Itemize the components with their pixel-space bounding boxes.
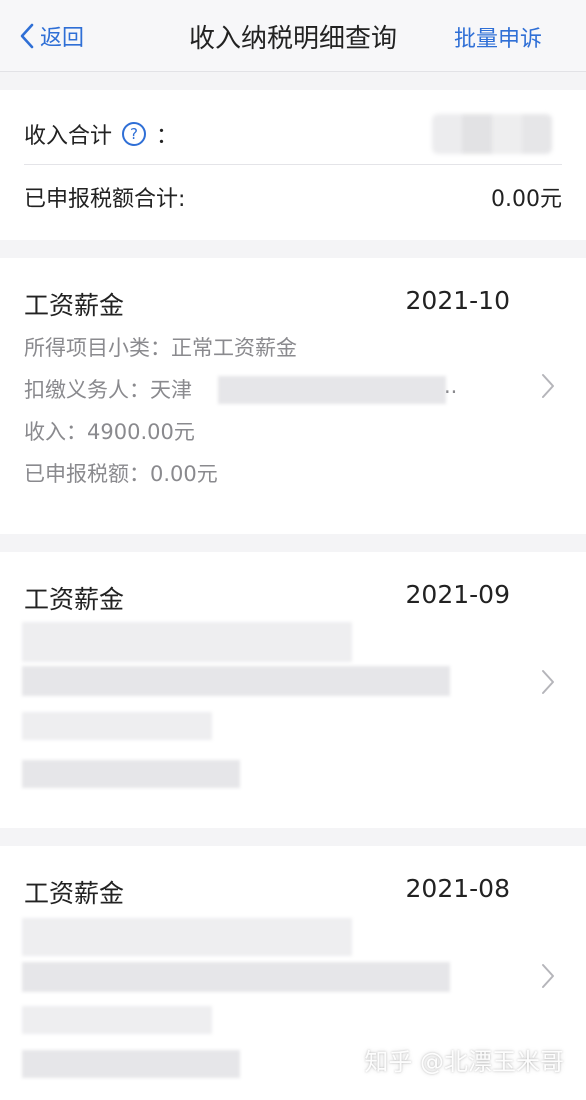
- income-record-card[interactable]: 工资薪金 2021-10 所得项目小类：正常工资薪金 扣缴义务人：天津 .. 收…: [0, 258, 586, 534]
- back-button[interactable]: 返回: [18, 20, 84, 52]
- tax-total-label: 已申报税额合计:: [24, 187, 186, 212]
- record-subcategory: 所得项目小类：正常工资薪金: [24, 332, 297, 362]
- record-tax: 已申报税额：0.00元: [24, 458, 218, 488]
- back-label: 返回: [40, 26, 85, 51]
- record-withholder: 扣缴义务人：天津: [24, 374, 192, 404]
- redacted-tax: [22, 1050, 240, 1078]
- record-category: 工资薪金: [24, 879, 125, 908]
- chevron-right-icon: [540, 962, 556, 990]
- tax-total-row: 已申报税额合计: 0.00元: [24, 164, 562, 229]
- watermark: 知乎 @北漂玉米哥: [364, 1048, 564, 1076]
- redacted-income: [22, 1006, 212, 1034]
- tax-total-value: 0.00元: [491, 187, 562, 212]
- help-icon[interactable]: ?: [122, 122, 147, 146]
- record-category: 工资薪金: [24, 585, 125, 614]
- chevron-right-icon: [540, 668, 556, 696]
- record-period: 2021-09: [405, 580, 510, 609]
- income-record-card[interactable]: 工资薪金 2021-09: [0, 552, 586, 828]
- redacted-tax: [22, 760, 240, 788]
- record-tax-label: 已申报税额：: [24, 462, 150, 486]
- chevron-left-icon: [20, 23, 34, 49]
- redacted-income: [22, 712, 212, 740]
- redacted-subcategory: [22, 622, 352, 662]
- record-period: 2021-10: [405, 286, 510, 315]
- redacted-subcategory: [22, 918, 352, 956]
- income-total-colon: ：: [156, 124, 179, 149]
- redacted-income-total: [432, 114, 552, 154]
- record-subcategory-label: 所得项目小类：: [24, 336, 171, 360]
- record-withholder-ellipsis: ..: [444, 374, 458, 398]
- redacted-withholder: [22, 962, 450, 992]
- record-income-value: 4900.00元: [87, 420, 195, 444]
- income-total-label: 收入合计: [24, 124, 113, 149]
- redacted-withholder: [218, 376, 446, 404]
- record-income-label: 收入：: [24, 420, 87, 444]
- record-subcategory-value: 正常工资薪金: [171, 336, 297, 360]
- nav-bar: 返回 收入纳税明细查询 批量申诉: [0, 0, 586, 72]
- record-period: 2021-08: [405, 874, 510, 903]
- redacted-withholder: [22, 666, 450, 696]
- summary-panel: 收入合计 ? ： 已申报税额合计: 0.00元: [0, 90, 586, 240]
- chevron-right-icon: [540, 372, 556, 400]
- batch-appeal-button[interactable]: 批量申诉: [454, 21, 542, 53]
- record-withholder-value: 天津: [150, 378, 192, 402]
- record-withholder-label: 扣缴义务人：: [24, 378, 150, 402]
- record-tax-value: 0.00元: [150, 462, 218, 486]
- record-category: 工资薪金: [24, 291, 125, 320]
- record-income: 收入：4900.00元: [24, 416, 195, 446]
